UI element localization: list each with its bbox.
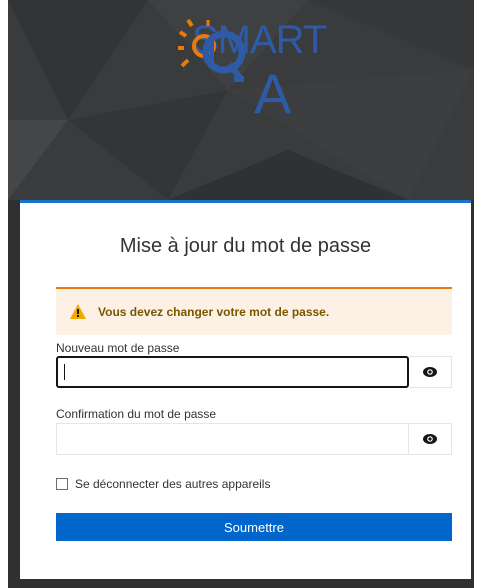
confirm-password-group <box>56 423 452 455</box>
logo-text-a: A <box>254 62 292 125</box>
new-password-input[interactable] <box>56 356 409 388</box>
confirm-password-input[interactable] <box>56 423 409 455</box>
page-title: Mise à jour du mot de passe <box>119 235 372 257</box>
new-password-group <box>56 356 452 388</box>
show-confirm-password-button[interactable] <box>409 423 452 455</box>
eye-icon <box>423 434 437 444</box>
smartqa-logo: SMART A <box>178 18 338 138</box>
alert-message: Vous devez changer votre mot de passe. <box>98 305 330 319</box>
show-new-password-button[interactable] <box>409 356 452 388</box>
logout-other-devices-checkbox[interactable] <box>56 478 68 490</box>
warning-alert: Vous devez changer votre mot de passe. <box>56 287 452 335</box>
text-caret <box>64 364 65 380</box>
logout-other-devices-row: Se déconnecter des autres appareils <box>56 477 270 491</box>
eye-icon <box>423 367 437 377</box>
new-password-label: Nouveau mot de passe <box>56 341 180 355</box>
confirm-password-label: Confirmation du mot de passe <box>56 407 217 421</box>
password-update-card: Mise à jour du mot de passe Vous devez c… <box>20 200 471 579</box>
submit-button[interactable]: Soumettre <box>56 513 452 541</box>
warning-icon <box>70 304 86 319</box>
logo-sun-plug-mark <box>178 18 246 82</box>
logout-other-devices-label[interactable]: Se déconnecter des autres appareils <box>75 477 270 491</box>
